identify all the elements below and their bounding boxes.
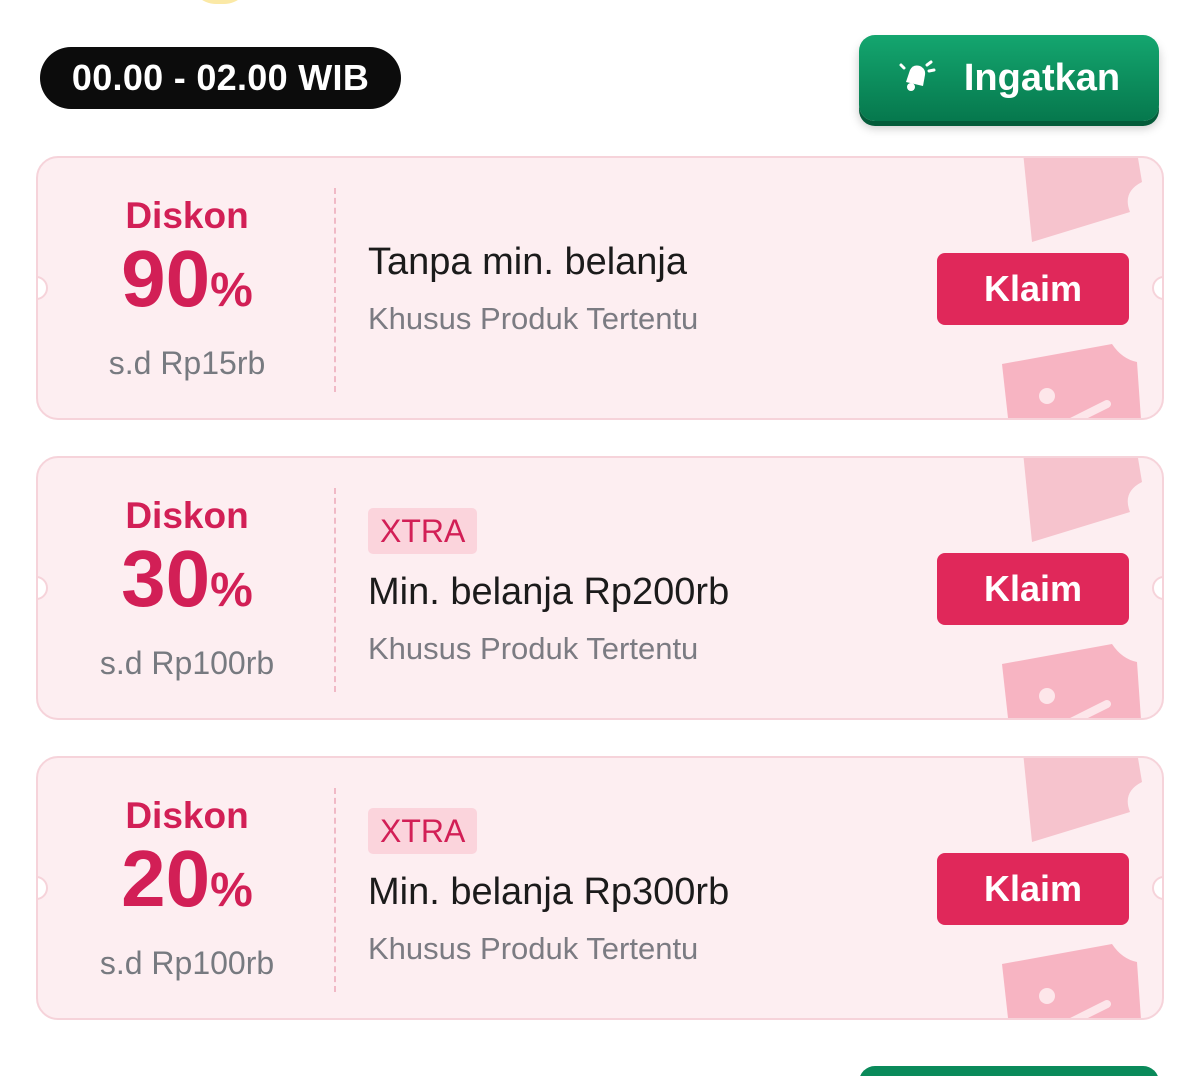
min-purchase-condition: Tanpa min. belanja [368, 241, 687, 283]
voucher-card: Diskon 20% s.d Rp100rb XTRA Min. belanja… [36, 756, 1164, 1020]
coupon-ticket-icon [1023, 758, 1142, 842]
voucher-card: Diskon 90% s.d Rp15rb Tanpa min. belanja… [36, 156, 1164, 420]
discount-cap: s.d Rp100rb [99, 644, 275, 681]
dashed-divider [334, 188, 336, 392]
coupon-ticket-icon [1023, 158, 1142, 242]
discount-cap: s.d Rp15rb [108, 344, 266, 381]
ticket-notch [1152, 876, 1162, 900]
xtra-badge: XTRA [368, 808, 478, 854]
percent-sign: % [210, 563, 253, 617]
coupon-ticket-icon [1002, 344, 1141, 418]
claim-button[interactable]: Klaim [937, 853, 1129, 925]
claim-button[interactable]: Klaim [937, 253, 1129, 325]
decorative-blob [190, 0, 250, 4]
discount-value: 20% [121, 837, 253, 943]
remind-button[interactable]: Ingatkan [859, 35, 1159, 121]
discount-percent: 90 [121, 233, 211, 323]
time-range-badge: 00.00 - 02.00 WIB [40, 47, 401, 109]
coupon-ticket-icon [1002, 944, 1141, 1018]
discount-cap: s.d Rp100rb [99, 944, 275, 981]
discount-percent: 30 [121, 533, 211, 623]
product-scope: Khusus Produk Tertentu [368, 301, 699, 336]
percent-sign: % [210, 263, 253, 317]
next-remind-button-edge[interactable] [859, 1066, 1159, 1076]
discount-value: 30% [121, 537, 253, 643]
dashed-divider [334, 488, 336, 692]
min-purchase-condition: Min. belanja Rp300rb [368, 871, 730, 913]
remind-label: Ingatkan [963, 56, 1121, 99]
discount-label: Diskon [125, 194, 249, 236]
discount-value: 90% [121, 237, 253, 343]
dashed-divider [334, 788, 336, 992]
xtra-badge: XTRA [368, 508, 478, 554]
discount-percent: 20 [121, 833, 211, 923]
discount-label: Diskon [125, 794, 249, 836]
ticket-notch [1152, 576, 1162, 600]
discount-label: Diskon [125, 494, 249, 536]
percent-sign: % [210, 863, 253, 917]
voucher-card: Diskon 30% s.d Rp100rb XTRA Min. belanja… [36, 456, 1164, 720]
ticket-notch [1152, 276, 1162, 300]
product-scope: Khusus Produk Tertentu [368, 931, 699, 966]
claim-button[interactable]: Klaim [937, 553, 1129, 625]
product-scope: Khusus Produk Tertentu [368, 631, 699, 666]
min-purchase-condition: Min. belanja Rp200rb [368, 571, 730, 613]
coupon-ticket-icon [1023, 458, 1142, 542]
coupon-ticket-icon [1002, 644, 1141, 718]
time-range-text: 00.00 - 02.00 WIB [71, 57, 370, 98]
bell-ring-icon [898, 58, 938, 98]
